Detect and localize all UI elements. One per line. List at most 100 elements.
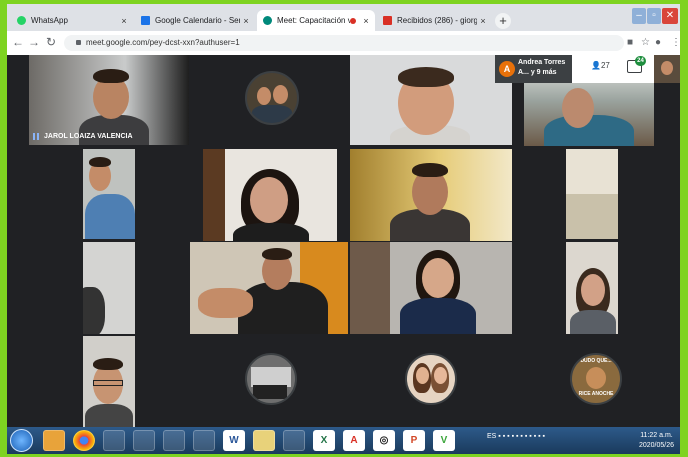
participant-banner[interactable]: A Andrea Torres A... y 9 más [495, 55, 572, 83]
person-hair [262, 248, 292, 260]
meet-icon [263, 16, 272, 25]
mic-active-icon [33, 133, 39, 140]
video-tile-8[interactable] [83, 242, 135, 334]
video-tile-speaker[interactable]: JAROL LOAIZA VALENCIA [29, 55, 189, 145]
video-tile-10[interactable] [350, 242, 512, 334]
person-body [252, 105, 292, 123]
tab-label: WhatsApp [31, 16, 68, 25]
speaker-name: JAROL LOAIZA VALENCIA [44, 133, 133, 140]
explorer-icon[interactable] [43, 430, 65, 451]
close-tab-icon[interactable]: × [360, 16, 372, 26]
start-button[interactable] [10, 429, 33, 452]
person-face [434, 367, 447, 384]
video-tile-9[interactable] [190, 242, 348, 334]
minimize-icon[interactable]: – [632, 8, 646, 24]
address-bar: ← → ↻ meet.google.com/pey-dcst-xxn?authu… [7, 31, 681, 56]
video-tile-11[interactable] [566, 242, 618, 334]
video-tile-5[interactable] [203, 149, 337, 241]
close-tab-icon[interactable]: × [477, 16, 489, 26]
powerpoint-icon[interactable]: P [403, 430, 425, 451]
lock-icon [76, 40, 81, 45]
menu-icon[interactable]: ⋮ [671, 37, 681, 48]
avatar-circle-2[interactable] [245, 353, 297, 405]
person-face [416, 367, 429, 384]
video-tile-12[interactable] [83, 336, 135, 427]
person-body [233, 223, 309, 241]
person-face [581, 274, 605, 306]
close-tab-icon[interactable]: × [240, 16, 252, 26]
video-tile-2[interactable] [350, 55, 512, 145]
tab-gmail[interactable]: Recibidos (286) - giorgiogiraldo × [377, 10, 492, 31]
person-body [85, 404, 133, 427]
notes-icon[interactable] [163, 430, 185, 451]
gmail-icon [383, 16, 392, 25]
cast-icon[interactable]: ■ [627, 37, 633, 48]
video-tile-7[interactable] [566, 149, 618, 239]
clock-time: 11:22 a.m. [640, 432, 673, 439]
whatsapp-icon [17, 16, 26, 25]
background [350, 242, 390, 334]
person-hair [398, 67, 454, 87]
system-tray[interactable]: ES ▪ ▪ ▪ ▪ ▪ ▪ ▪ ▪ ▪ ▪ ▪ [487, 433, 545, 440]
paint-icon[interactable] [283, 430, 305, 451]
bookmark-star-icon[interactable]: ☆ [641, 37, 650, 48]
person-face [586, 367, 606, 389]
forward-icon[interactable]: → [27, 35, 41, 49]
tab-meet[interactable]: Meet: Capacitación virtual × [257, 10, 375, 31]
person-face [273, 85, 288, 104]
person-face [250, 177, 288, 223]
tab-label: Recibidos (286) - giorgiogiraldo [397, 16, 477, 25]
people-button[interactable]: 👤27 [591, 61, 610, 70]
search-icon[interactable] [193, 430, 215, 451]
media-icon[interactable] [103, 430, 125, 451]
person-body [570, 310, 616, 334]
person-hair [93, 358, 123, 370]
video-tile-4[interactable] [83, 149, 135, 239]
person-face [422, 258, 454, 298]
participant-avatar: A [499, 61, 515, 77]
word-icon[interactable]: W [223, 430, 245, 451]
tab-label: Meet: Capacitación virtual [277, 16, 350, 25]
calendar-icon [141, 16, 150, 25]
back-icon[interactable]: ← [11, 35, 25, 49]
close-window-icon[interactable]: ✕ [662, 8, 678, 24]
recording-icon [350, 17, 356, 24]
tab-calendar[interactable]: Google Calendario - Semana de × [135, 10, 255, 31]
avatar-circle-3[interactable] [405, 353, 457, 405]
excel-icon[interactable]: X [313, 430, 335, 451]
self-view-thumbnail[interactable] [654, 55, 680, 83]
person-body [85, 194, 135, 239]
ie-icon[interactable] [133, 430, 155, 451]
tab-label: Google Calendario - Semana de [155, 16, 240, 25]
avatar-circle-1[interactable] [245, 71, 299, 125]
speaker-name-bar: JAROL LOAIZA VALENCIA [29, 128, 189, 145]
folder-icon[interactable] [253, 430, 275, 451]
reload-icon[interactable]: ↻ [44, 35, 58, 49]
vpn-icon[interactable]: V [433, 430, 455, 451]
person-face [562, 88, 594, 128]
teamviewer-icon[interactable]: ◎ [373, 430, 395, 451]
avatar-photo [253, 385, 287, 399]
door [203, 149, 225, 241]
pdf-icon[interactable]: A [343, 430, 365, 451]
tab-whatsapp[interactable]: WhatsApp × [11, 10, 133, 31]
avatar-circle-meme[interactable]: DUDO QUE... RICE ANOCHE [570, 353, 622, 405]
person-face [257, 87, 271, 105]
new-tab-button[interactable]: + [495, 13, 511, 29]
person-shoulder [83, 287, 105, 334]
meet-video-grid: JAROL LOAIZA VALENCIA A Andrea Torres A.… [7, 55, 680, 427]
meme-caption-top: DUDO QUE... [580, 358, 612, 364]
url-field[interactable]: meet.google.com/pey-dcst-xxn?authuser=1 [64, 35, 624, 51]
language-indicator[interactable]: ES [487, 433, 496, 440]
video-tile-6[interactable] [350, 149, 512, 241]
clock[interactable]: 11:22 a.m. 2020/05/26 [639, 431, 674, 451]
clock-date: 2020/05/26 [638, 442, 674, 449]
chrome-icon[interactable] [73, 430, 95, 451]
windows-taskbar: W X A ◎ P V ES ▪ ▪ ▪ ▪ ▪ ▪ ▪ ▪ ▪ ▪ ▪ 11:… [7, 427, 680, 454]
person-hair [89, 157, 111, 167]
close-tab-icon[interactable]: × [118, 16, 130, 26]
profile-icon[interactable]: ● [655, 37, 661, 48]
person-hair [412, 163, 448, 177]
maximize-icon[interactable]: ▫ [647, 8, 661, 24]
person-hand [198, 288, 253, 318]
